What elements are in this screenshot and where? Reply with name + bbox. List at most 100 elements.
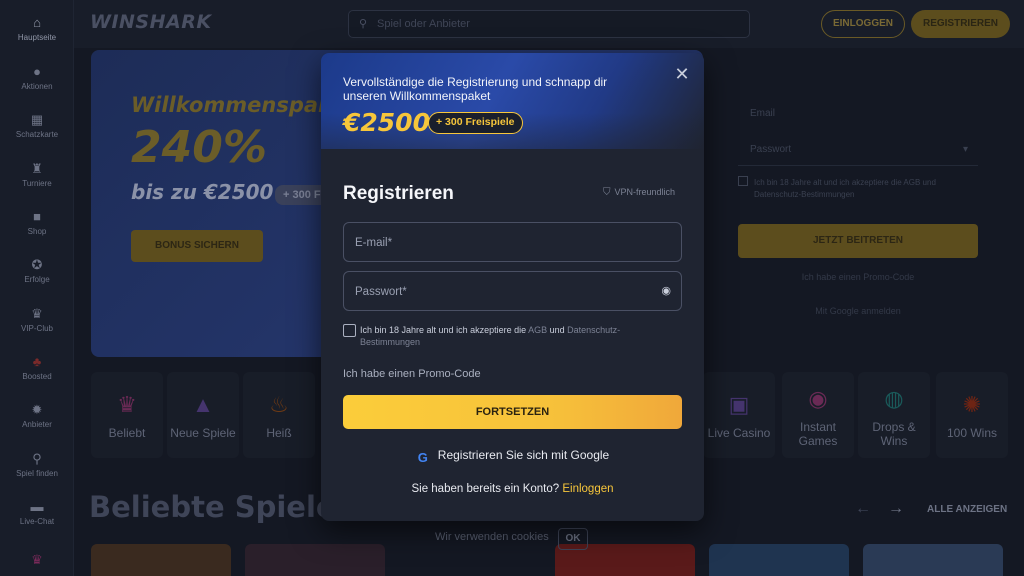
category-live-casino[interactable]: ▣ Live Casino <box>703 372 775 458</box>
category-label: Neue Spiele <box>170 426 236 440</box>
sidebar-item-extra[interactable]: ♛ <box>0 553 74 570</box>
category-new-games[interactable]: ▲ Neue Spiele <box>167 372 239 458</box>
wins-icon: ✺ <box>962 392 982 417</box>
panel-checkbox[interactable] <box>738 176 748 186</box>
sidebar-item-find-game[interactable]: ⚲ Spiel finden <box>0 451 74 479</box>
search-icon: ⚲ <box>32 451 42 466</box>
drops-icon: ◍ <box>884 386 904 411</box>
promo-icon: ● <box>33 64 41 79</box>
join-now-button[interactable]: JETZT BEITRETEN <box>738 224 978 258</box>
arrow-left-icon[interactable]: ← <box>855 500 871 518</box>
sidebar-item-boosted[interactable]: ♣ Boosted <box>0 354 74 382</box>
category-label: 100 Wins <box>946 426 998 440</box>
search-bar[interactable]: ⚲ <box>348 10 750 38</box>
panel-field-text: Passwort <box>750 144 792 155</box>
register-button[interactable]: REGISTRIEREN <box>911 10 1010 38</box>
category-label: Instant Games <box>798 420 838 448</box>
free-spins-badge: + 300 Freispiele <box>428 112 523 134</box>
sidebar-item-providers[interactable]: ✹ Anbieter <box>0 402 74 430</box>
password-field[interactable]: ◉ <box>343 271 682 311</box>
logo[interactable]: WINSHARK <box>90 11 212 33</box>
terms-checkbox[interactable] <box>343 324 356 337</box>
sidebar-item-label: Live-Chat <box>19 517 55 526</box>
google-signup-label: Registrieren Sie sich mit Google <box>437 448 610 462</box>
modal-title: Registrieren <box>343 183 454 204</box>
hat-icon: ▲ <box>192 392 214 417</box>
sidebar-item-treasure-map[interactable]: ▦ Schatzkarte <box>0 112 74 140</box>
sidebar-item-vip-club[interactable]: ♛ VIP-Club <box>0 306 74 334</box>
arrow-right-icon[interactable]: → <box>888 500 904 518</box>
header: WINSHARK ⚲ EINLOGGEN REGISTRIEREN <box>74 0 1024 48</box>
modal-intro-text: Vervollständige die Registrierung und sc… <box>343 75 608 103</box>
panel-google-link[interactable]: Mit Google anmelden <box>738 306 978 316</box>
eye-off-icon[interactable]: ◉ <box>661 284 671 297</box>
cookie-ok-button[interactable]: OK <box>558 528 588 550</box>
bonus-amount: €2500 <box>343 108 430 137</box>
game-thumbnail[interactable] <box>91 544 231 576</box>
sidebar-item-achievements[interactable]: ✪ Erfolge <box>0 257 74 285</box>
banner-amount: bis zu €2500 <box>131 180 274 204</box>
sidebar-item-label: VIP-Club <box>20 324 53 333</box>
category-label: Live Casino <box>707 426 771 440</box>
category-popular[interactable]: ♛ Beliebt <box>91 372 163 458</box>
terms-label: Ich bin 18 Jahre alt und ich akzeptiere … <box>360 325 621 347</box>
terms-link[interactable]: AGB <box>528 325 547 335</box>
chat-icon: ▬ <box>30 499 44 514</box>
crown-icon: ♛ <box>117 392 137 417</box>
login-link[interactable]: Einloggen <box>562 483 613 495</box>
sidebar-item-label: Hauptseite <box>17 33 57 42</box>
category-hot[interactable]: ♨ Heiß <box>243 372 315 458</box>
panel-field[interactable]: Passwort ▾ <box>738 134 978 166</box>
login-prompt: Sie haben bereits ein Konto? Einloggen <box>411 483 614 495</box>
crown-icon: ♛ <box>31 552 43 567</box>
instant-icon: ◉ <box>808 386 828 411</box>
login-button[interactable]: EINLOGGEN <box>821 10 905 38</box>
sidebar-item-label: Turniere <box>22 179 52 188</box>
game-thumbnail[interactable] <box>245 544 385 576</box>
chevron-down-icon: ▾ <box>962 144 968 155</box>
shield-icon: ⛉ <box>603 187 611 198</box>
cookie-notice: Wir verwenden cookies <box>435 531 549 543</box>
close-icon[interactable]: ✕ <box>673 65 691 83</box>
category-label: Drops & Wins <box>872 420 916 448</box>
panel-label: Email <box>750 108 776 119</box>
vip-icon: ♛ <box>31 306 43 321</box>
section-title: Beliebte Spiele <box>89 490 336 524</box>
sidebar-item-tournaments[interactable]: ♜ Turniere <box>0 161 74 189</box>
sidebar-item-label: Aktionen <box>21 82 53 91</box>
category-100-wins[interactable]: ✺ 100 Wins <box>936 372 1008 458</box>
banner-percent: 240% <box>131 122 267 173</box>
panel-checkbox-label: Ich bin 18 Jahre alt und ich akzeptiere … <box>754 178 936 199</box>
sidebar-item-shop[interactable]: ■ Shop <box>0 210 74 237</box>
map-icon: ▦ <box>30 112 44 127</box>
panel-promo-link[interactable]: Ich habe einen Promo-Code <box>738 272 978 282</box>
sidebar-item-label: Shop <box>27 227 47 236</box>
category-drops-wins[interactable]: ◍ Drops & Wins <box>858 372 930 458</box>
promo-code-link[interactable]: Ich habe einen Promo-Code <box>343 368 481 380</box>
sidebar-item-promotions[interactable]: ● Aktionen <box>0 64 74 92</box>
continue-button[interactable]: FORTSETZEN <box>343 395 682 429</box>
vpn-friendly-note: ⛉ VPN-freundlich <box>603 187 675 198</box>
signup-panel: Email Passwort ▾ Ich bin 18 Jahre alt un… <box>720 50 1000 357</box>
game-thumbnail[interactable] <box>863 544 1003 576</box>
search-input[interactable] <box>377 15 737 33</box>
boost-icon: ♣ <box>32 354 42 369</box>
game-thumbnail[interactable] <box>709 544 849 576</box>
search-icon: ⚲ <box>359 18 368 30</box>
sidebar-item-live-chat[interactable]: ▬ Live-Chat <box>0 499 74 527</box>
show-all-link[interactable]: ALLE ANZEIGEN <box>927 504 1007 515</box>
sidebar: ⌂ Hauptseite ● Aktionen ▦ Schatzkarte ♜ … <box>0 0 74 576</box>
email-field[interactable] <box>343 222 682 262</box>
claim-bonus-button[interactable]: BONUS SICHERN <box>131 230 263 262</box>
sidebar-item-home[interactable]: ⌂ Hauptseite <box>0 16 74 43</box>
category-instant-games[interactable]: ◉ Instant Games <box>782 372 854 458</box>
trophy-icon: ♜ <box>31 161 43 176</box>
live-icon: ▣ <box>728 392 750 417</box>
achievement-icon: ✪ <box>31 257 43 272</box>
provider-icon: ✹ <box>31 402 43 417</box>
email-input[interactable] <box>355 234 655 252</box>
google-signup-button[interactable]: G Registrieren Sie sich mit Google <box>321 448 704 465</box>
sidebar-item-label: Erfolge <box>24 275 50 284</box>
password-input[interactable] <box>355 283 655 301</box>
registration-modal: Vervollständige die Registrierung und sc… <box>321 53 704 521</box>
